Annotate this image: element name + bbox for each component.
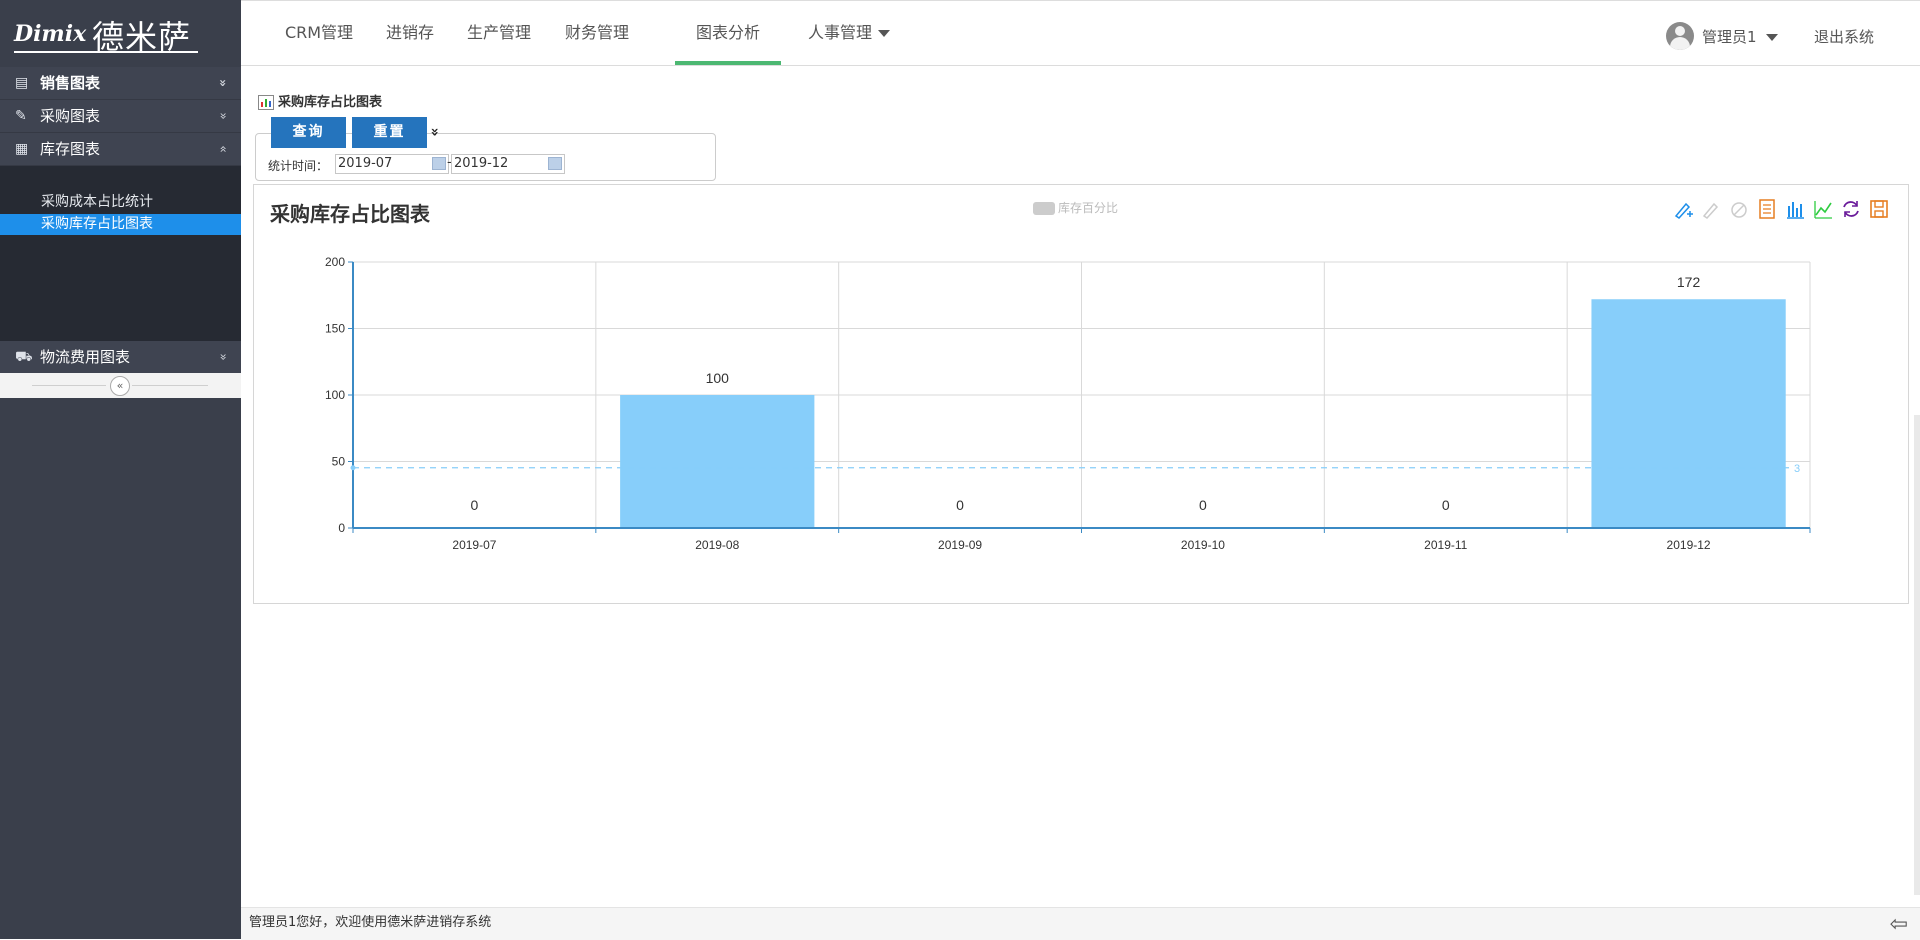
average-line-label: 3	[1794, 463, 1800, 475]
nav-production[interactable]: 生产管理	[459, 1, 539, 65]
date-from-value: 2019-07	[338, 156, 393, 171]
date-to-value: 2019-12	[454, 156, 509, 171]
bar	[1591, 299, 1786, 528]
data-label: 172	[1677, 274, 1701, 290]
divider	[132, 385, 208, 386]
edit-icon: ✎	[15, 108, 27, 124]
sidebar-submenu: 采购成本占比统计 采购库存占比图表	[0, 166, 241, 341]
mark-undo-icon[interactable]	[1700, 198, 1722, 220]
sidebar-group-purchase-charts[interactable]: ✎ 采购图表 »	[0, 100, 241, 133]
nav-finance[interactable]: 财务管理	[557, 1, 637, 65]
sidebar-item-label: 采购库存占比图表	[41, 216, 153, 232]
chart-card-icon: ▤	[15, 75, 29, 91]
welcome-text: 管理员1您好，欢迎使用德米萨进销存系统	[249, 915, 492, 930]
y-tick-label: 100	[325, 388, 345, 402]
line-type-icon[interactable]	[1812, 198, 1834, 220]
sidebar-group-label: 销售图表	[40, 74, 101, 92]
nav-inventory[interactable]: 进销存	[379, 1, 441, 65]
legend-label: 库存百分比	[1058, 201, 1119, 215]
bar-chart-icon	[258, 95, 274, 110]
nav-hr[interactable]: 人事管理	[799, 1, 899, 65]
nav-hr-label: 人事管理	[807, 23, 872, 42]
data-view-icon[interactable]	[1756, 198, 1778, 220]
y-tick-label: 200	[325, 255, 345, 269]
calendar-icon[interactable]	[432, 157, 446, 170]
y-tick-label: 0	[338, 521, 345, 535]
sidebar: Dimix 德米萨 ▤ 销售图表 » ✎ 采购图表 » ▦ 库存图表 « 采购成…	[0, 0, 241, 939]
logout-link[interactable]: 退出系统	[1814, 26, 1874, 47]
table-icon: ▦	[15, 141, 29, 157]
x-tick-label: 2019-08	[695, 538, 739, 550]
legend-swatch	[1033, 202, 1055, 215]
nav-chart-analysis[interactable]: 图表分析	[675, 1, 781, 65]
sidebar-group-label: 物流费用图表	[40, 348, 131, 366]
sidebar-group-inventory-charts[interactable]: ▦ 库存图表 «	[0, 133, 241, 166]
chart-legend-item[interactable]: 库存百分比	[1033, 200, 1118, 216]
y-tick-label: 150	[325, 322, 345, 336]
truck-icon: ⛟	[15, 349, 33, 365]
sidebar-group-sales-charts[interactable]: ▤ 销售图表 »	[0, 67, 241, 100]
data-label: 0	[956, 497, 964, 513]
sidebar-group-label: 采购图表	[40, 107, 101, 125]
x-tick-label: 2019-07	[452, 538, 496, 550]
date-to-input[interactable]: 2019-12	[451, 154, 565, 174]
reset-button[interactable]: 重置	[352, 117, 427, 148]
bar-chart: 0 50 100 150 200 0 2019-07 100 2019-08 0 2019-09 0 2…	[325, 255, 1811, 550]
bar	[620, 395, 815, 528]
top-navigation: CRM管理 进销存 生产管理 财务管理 图表分析 人事管理 管理员1 退出系统	[241, 0, 1920, 66]
query-button[interactable]: 查询	[271, 117, 346, 148]
average-line-start	[350, 465, 356, 471]
logo: Dimix 德米萨	[0, 0, 241, 67]
data-label: 0	[1442, 497, 1450, 513]
bar-type-icon[interactable]	[1784, 198, 1806, 220]
save-image-icon[interactable]	[1868, 198, 1890, 220]
data-label: 0	[1199, 497, 1207, 513]
y-tick-label: 50	[332, 455, 346, 469]
x-tick-label: 2019-11	[1424, 538, 1467, 550]
scrollbar[interactable]	[1914, 415, 1920, 895]
exit-arrow-icon[interactable]: ⇦	[1890, 910, 1908, 940]
sidebar-item-purchase-cost-ratio[interactable]: 采购成本占比统计	[0, 192, 241, 213]
chart-title: 采购库存占比图表	[270, 202, 430, 226]
sidebar-item-label: 采购成本占比统计	[41, 194, 153, 210]
chevron-down-icon: »	[216, 79, 231, 87]
calendar-icon[interactable]	[548, 157, 562, 170]
logo-underline	[14, 51, 198, 53]
page-title: 采购库存占比图表	[258, 94, 382, 112]
stat-time-label: 统计时间：	[268, 159, 329, 173]
logo-latin: Dimix	[14, 21, 87, 47]
divider	[32, 385, 106, 386]
x-tick-label: 2019-10	[1181, 538, 1225, 550]
toggle-glyph: »	[426, 127, 443, 137]
x-tick-label: 2019-12	[1667, 538, 1711, 550]
chevron-up-icon: «	[216, 145, 231, 153]
sidebar-collapse-bar[interactable]: «	[0, 373, 241, 398]
nav-crm[interactable]: CRM管理	[277, 1, 361, 65]
data-label: 0	[471, 497, 479, 513]
caret-down-icon	[1766, 34, 1778, 41]
sidebar-group-logistics-charts[interactable]: ⛟ 物流费用图表 »	[0, 341, 241, 374]
x-tick-label: 2019-09	[938, 538, 982, 550]
caret-down-icon	[878, 30, 890, 37]
sidebar-group-label: 库存图表	[40, 140, 101, 158]
chevron-down-icon: »	[216, 353, 231, 361]
restore-icon[interactable]	[1840, 198, 1862, 220]
data-label: 100	[706, 370, 730, 386]
chevron-down-icon: »	[216, 112, 231, 120]
mark-icon[interactable]	[1672, 198, 1694, 220]
user-name: 管理员1	[1702, 28, 1757, 46]
expand-filter-icon[interactable]: »	[427, 124, 443, 140]
sidebar-item-purchase-inventory-ratio[interactable]: 采购库存占比图表	[0, 214, 241, 235]
collapse-sidebar-icon[interactable]: «	[110, 376, 130, 396]
page-title-text: 采购库存占比图表	[278, 95, 383, 110]
status-bar: 管理员1您好，欢迎使用德米萨进销存系统 ⇦	[241, 907, 1920, 940]
mark-clear-icon[interactable]	[1728, 198, 1750, 220]
date-from-input[interactable]: 2019-07	[335, 154, 449, 174]
avatar	[1666, 22, 1694, 50]
